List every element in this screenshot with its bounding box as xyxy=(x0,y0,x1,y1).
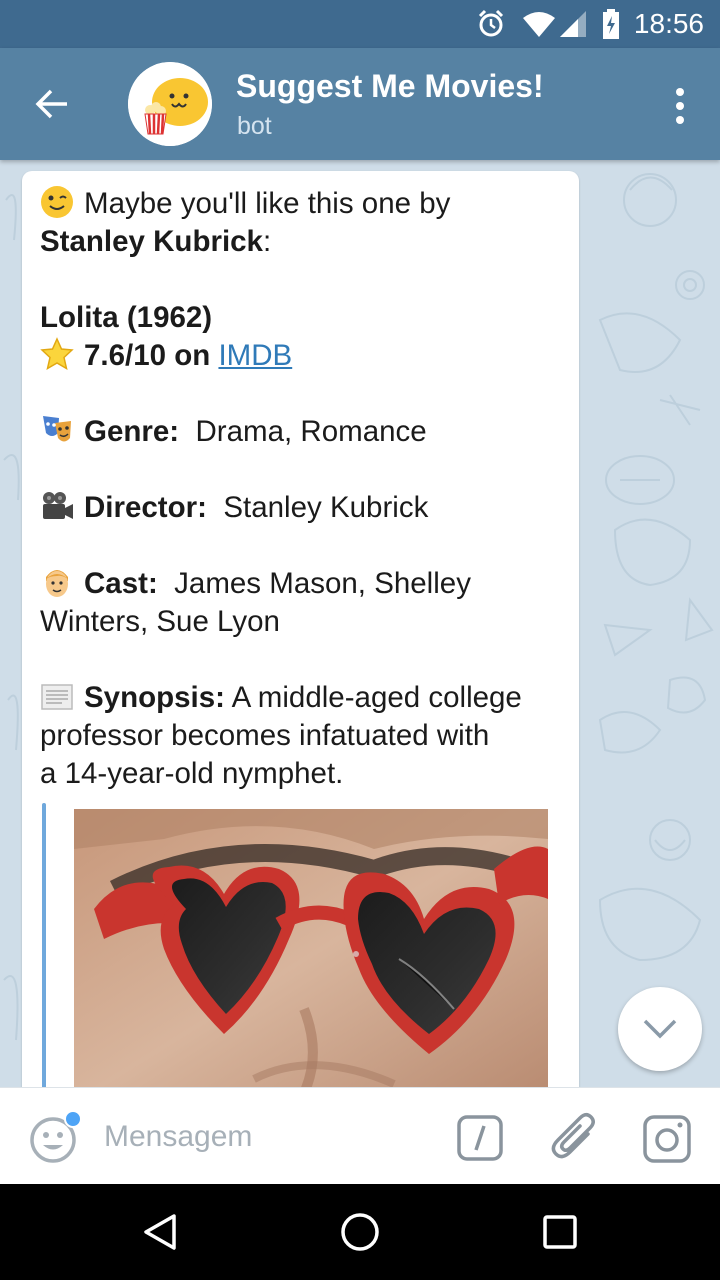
star-emoji xyxy=(40,337,74,371)
page-emoji xyxy=(41,684,73,710)
recents-square-icon xyxy=(543,1215,577,1249)
synopsis-text-3: a 14-year-old nymphet. xyxy=(40,757,344,790)
chat-title[interactable]: Suggest Me Movies! xyxy=(236,66,544,106)
nav-back-button[interactable] xyxy=(136,1208,184,1256)
back-triangle-icon xyxy=(144,1214,176,1250)
movie-poster-heart-sunglasses xyxy=(74,809,548,1087)
more-vert-icon xyxy=(676,88,684,96)
nav-home-button[interactable] xyxy=(336,1208,384,1256)
message-input[interactable] xyxy=(104,1112,434,1162)
clock: 18:56 xyxy=(633,8,704,39)
nav-recents-button[interactable] xyxy=(536,1208,584,1256)
attach-icon xyxy=(551,1113,595,1159)
intro-director-name: Stanley Kubrick xyxy=(40,225,263,258)
chat-area[interactable]: Maybe you'll like this one by Stanley Ku… xyxy=(0,160,720,1087)
genre-line: Genre: Drama, Romance xyxy=(40,413,561,451)
synopsis-text-1: A middle-aged college xyxy=(231,681,522,714)
cast-line: Cast: James Mason, Shelley xyxy=(40,565,561,603)
synopsis-line: Synopsis: A middle-aged college xyxy=(40,679,561,717)
emoji-notification-dot xyxy=(64,1110,82,1128)
synopsis-label: Synopsis: xyxy=(84,681,225,714)
alarm-icon xyxy=(476,8,506,40)
message-bubble[interactable]: Maybe you'll like this one by Stanley Ku… xyxy=(22,171,579,1087)
synopsis-text-2: professor becomes infatuated with xyxy=(40,719,490,752)
movie-poster[interactable] xyxy=(74,809,548,1087)
intro-text: Maybe you'll like this one by xyxy=(84,187,451,220)
signal-icon xyxy=(558,8,588,40)
theater-masks-emoji xyxy=(43,416,71,442)
battery-charging-icon xyxy=(602,8,620,40)
genre-label: Genre: xyxy=(84,415,180,448)
intro-director-line: Stanley Kubrick: xyxy=(40,223,561,261)
message-input-bar xyxy=(0,1087,720,1184)
wifi-icon xyxy=(522,8,556,40)
director-label: Director: xyxy=(84,491,207,524)
status-bar: 18:56 xyxy=(0,0,720,48)
attach-button[interactable] xyxy=(548,1110,600,1166)
genre-value: Drama, Romance xyxy=(195,415,427,448)
intro-line: Maybe you'll like this one by xyxy=(40,185,561,223)
man-emoji xyxy=(46,570,68,597)
chat-subtitle: bot xyxy=(237,112,272,140)
director-line: Director: Stanley Kubrick xyxy=(40,489,561,527)
back-button[interactable] xyxy=(24,76,80,132)
system-nav-bar xyxy=(0,1184,720,1280)
bot-command-icon xyxy=(457,1115,503,1161)
home-circle-icon xyxy=(341,1213,379,1251)
cast-value-1: James Mason, Shelley xyxy=(174,567,471,600)
camera-icon xyxy=(643,1115,691,1163)
rating-value: 7.6/10 on xyxy=(84,339,219,372)
movie-camera-emoji xyxy=(43,492,73,519)
more-menu-button[interactable] xyxy=(660,78,700,134)
preview-accent-bar xyxy=(42,803,46,1087)
imdb-link[interactable]: IMDB xyxy=(218,339,292,372)
chevron-down-icon xyxy=(643,1019,677,1039)
cast-value-2: Winters, Sue Lyon xyxy=(40,605,280,638)
back-arrow-icon xyxy=(35,89,67,119)
link-preview[interactable] xyxy=(42,803,562,1087)
camera-button[interactable] xyxy=(642,1114,692,1164)
intro-suffix: : xyxy=(262,225,272,258)
cast-label: Cast: xyxy=(84,567,158,600)
rating-line: 7.6/10 on IMDB xyxy=(40,337,561,375)
bot-avatar-popcorn xyxy=(128,62,212,146)
scroll-down-button[interactable] xyxy=(618,987,702,1071)
chat-header: Suggest Me Movies! bot xyxy=(0,48,720,160)
director-value: Stanley Kubrick xyxy=(223,491,429,524)
wink-emoji xyxy=(41,186,73,218)
bot-command-button[interactable] xyxy=(456,1114,504,1162)
bot-avatar[interactable] xyxy=(128,62,212,146)
movie-title: Lolita (1962) xyxy=(40,301,213,334)
